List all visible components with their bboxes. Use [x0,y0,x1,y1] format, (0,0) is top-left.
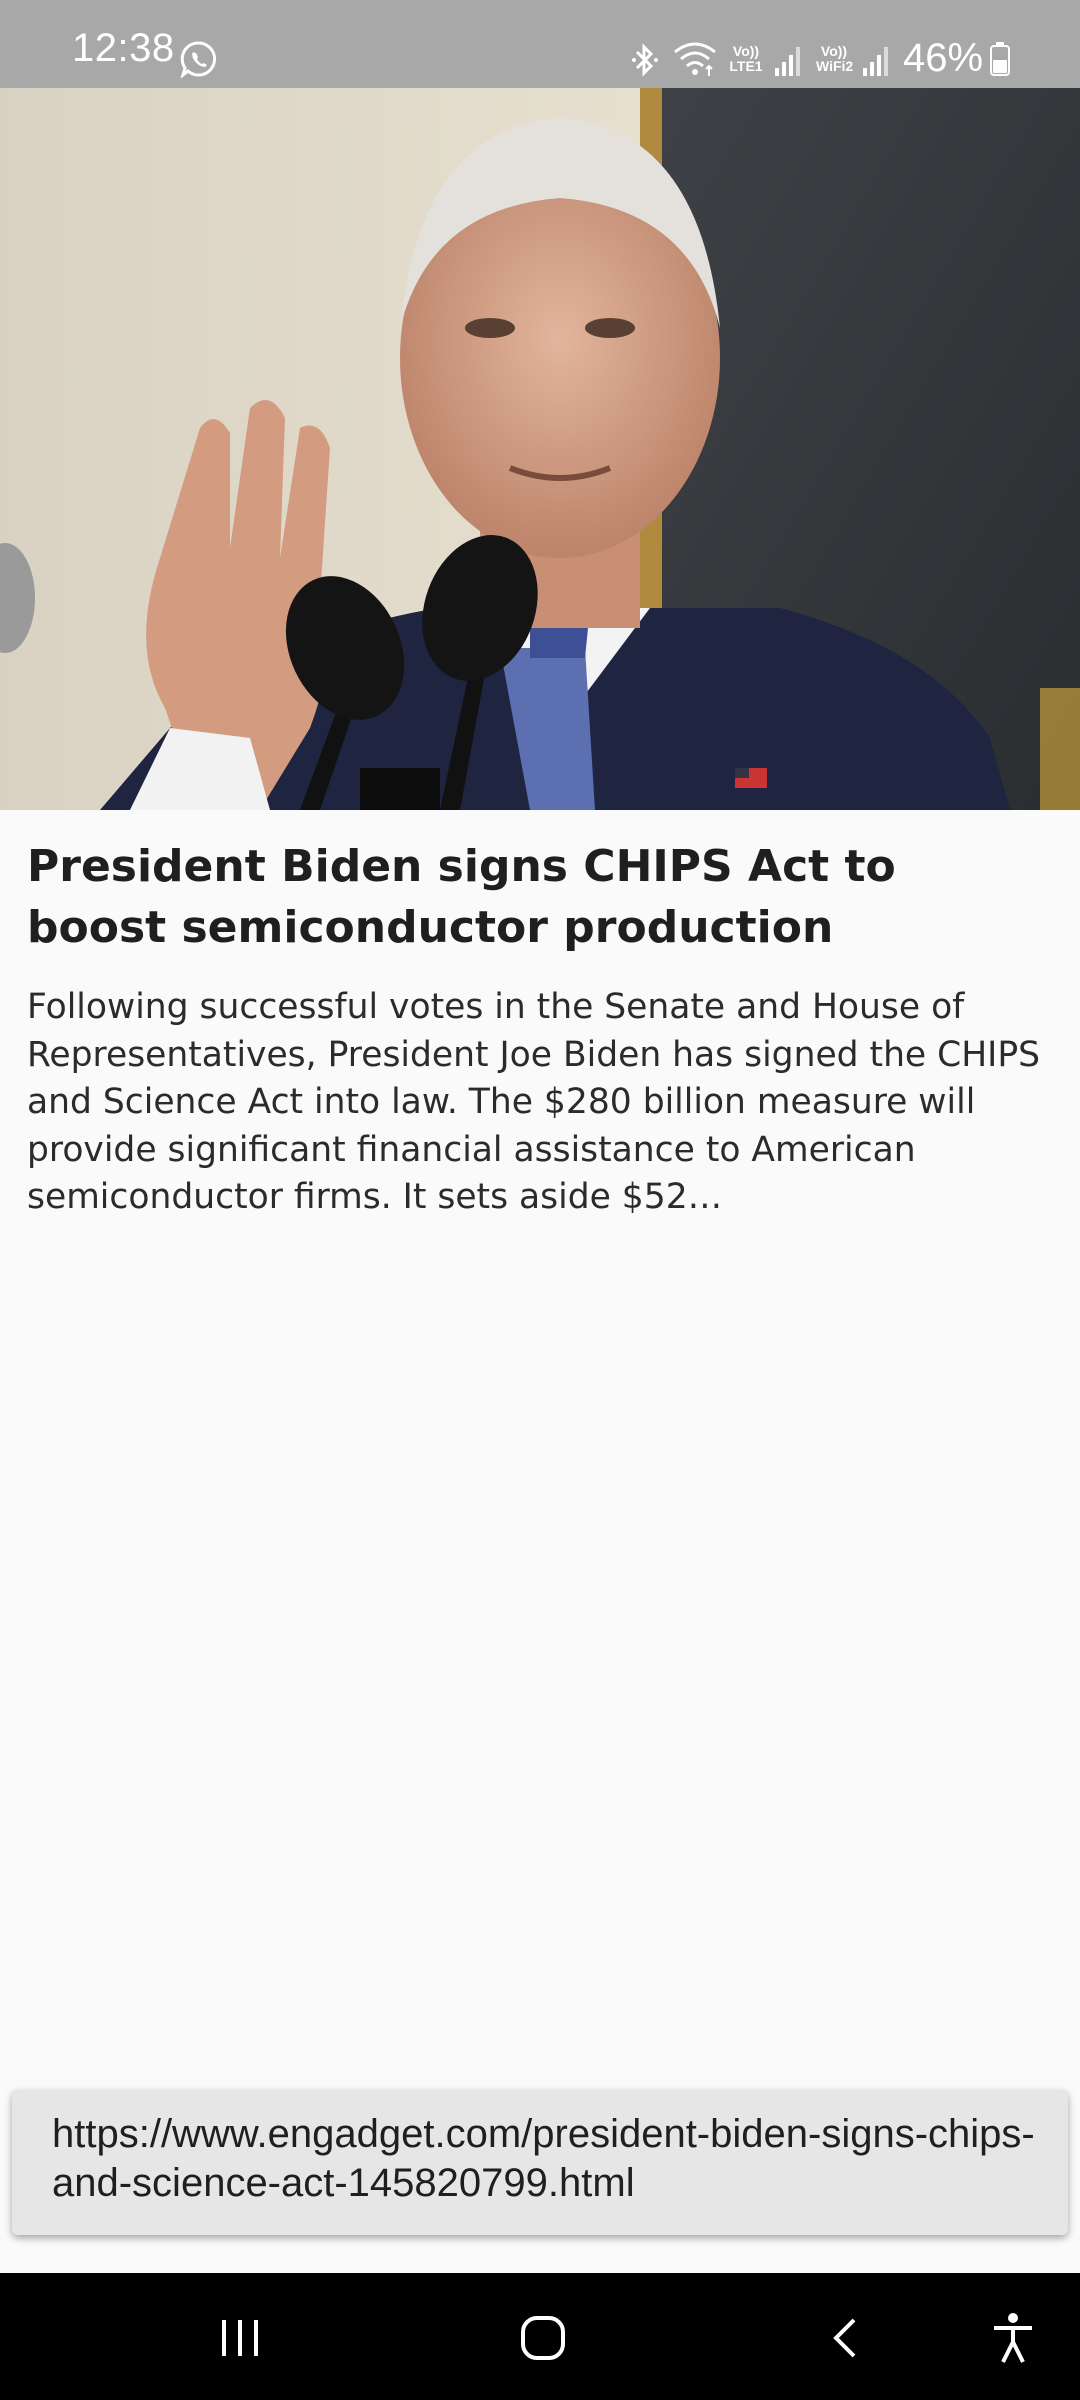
recent-apps-button[interactable] [205,2303,275,2373]
status-time: 12:38 [72,26,175,70]
battery-percent: 46% [903,36,984,80]
signal-icon [863,47,888,76]
signal-icon [775,47,800,76]
wifi2-label: Vo)) WiFi2 [816,43,854,74]
article-url[interactable]: https://www.engadget.com/president-biden… [52,2110,1052,2208]
article-headline: President Biden signs CHIPS Act to boost… [27,841,896,953]
accessibility-button[interactable] [978,2303,1048,2373]
home-icon [521,2316,565,2360]
home-button[interactable] [508,2303,578,2373]
lte1-label: Vo)) LTE1 [729,43,763,74]
article-hero-image [0,88,1080,810]
back-icon [833,2318,856,2358]
recent-apps-icon [222,2320,258,2356]
accessibility-icon [994,2313,1032,2363]
navigation-bar [0,2273,1080,2400]
status-bar: 12:38 Vo)) LTE1 Vo)) WiFi2 46% [0,0,1080,88]
bluetooth-icon [632,43,658,77]
battery-icon [990,42,1010,76]
article-summary: Following successful votes in the Senate… [27,987,1041,1217]
hero-photo [0,88,1080,810]
url-card[interactable]: https://www.engadget.com/president-biden… [12,2090,1068,2235]
whatsapp-icon [180,41,217,78]
wifi-icon [674,42,716,76]
back-button[interactable] [810,2303,880,2373]
